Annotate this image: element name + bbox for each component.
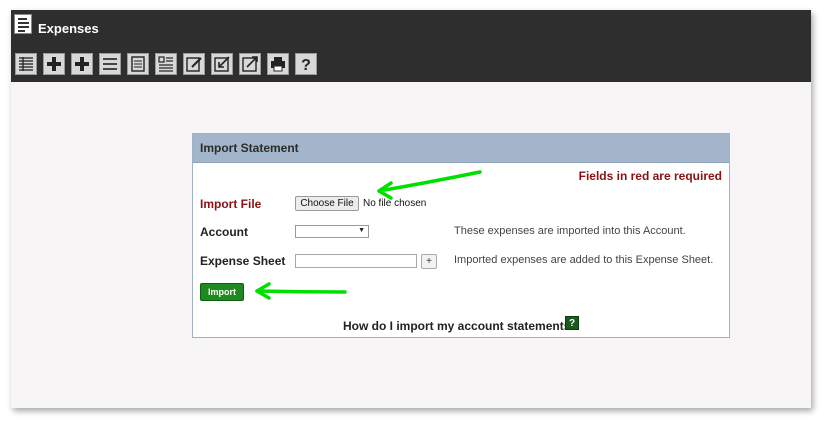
annotation-arrows — [255, 170, 482, 300]
arrow-to-import — [255, 289, 347, 294]
app-window: Expenses ? Import Statement Fields in re… — [11, 10, 811, 408]
arrow-to-choose-file — [377, 170, 482, 193]
